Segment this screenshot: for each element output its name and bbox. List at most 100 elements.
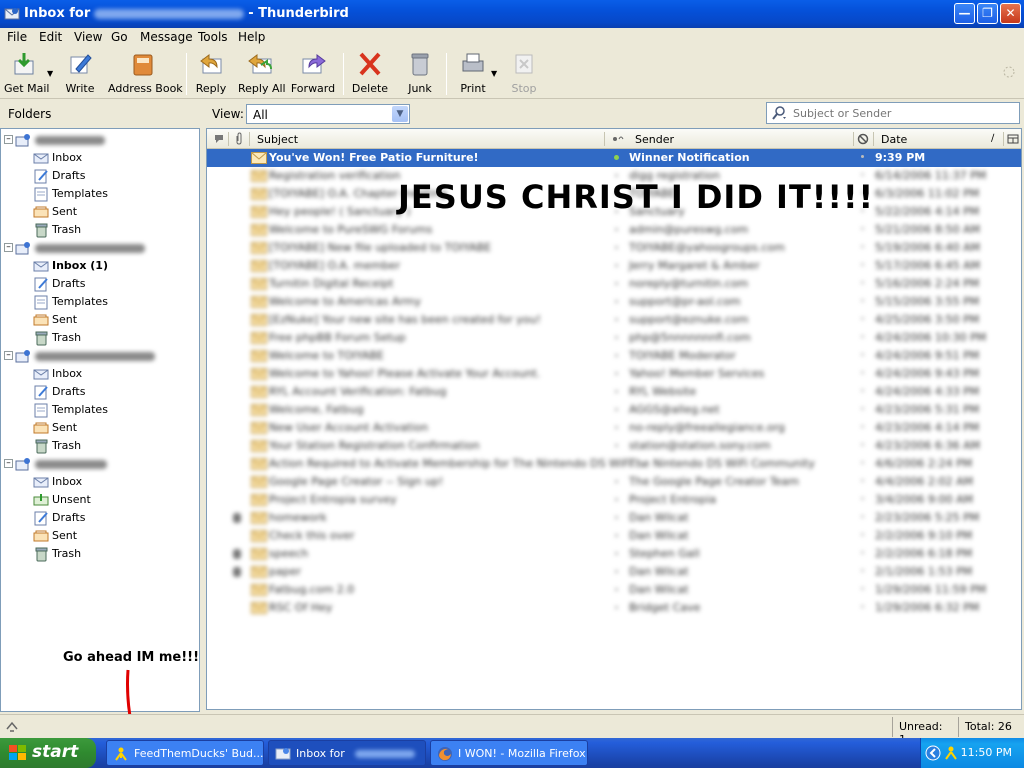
aim-tray-icon[interactable] [943, 745, 959, 761]
folder-item-templates[interactable]: Templates [1, 401, 199, 419]
message-row[interactable]: Welcome to PureSWG Forums admin@pureswg.c… [207, 221, 1021, 239]
read-status-dot[interactable] [615, 228, 618, 231]
read-status-dot[interactable] [615, 444, 618, 447]
forward-button[interactable]: Forward [290, 51, 336, 95]
maximize-button[interactable]: ❐ [977, 3, 998, 24]
online-status-icon[interactable] [4, 719, 20, 735]
read-status-dot[interactable] [615, 534, 618, 537]
read-status-dot[interactable] [615, 318, 618, 321]
read-status-dot[interactable] [615, 282, 618, 285]
folder-item-inbox[interactable]: Inbox [1, 473, 199, 491]
account-row[interactable]: – [1, 239, 199, 257]
print-button[interactable]: Print [455, 51, 491, 95]
reply-all-button[interactable]: Reply All [238, 51, 286, 95]
read-status-dot[interactable] [615, 498, 618, 501]
message-row[interactable]: paper Dan Wilcat 2/1/2006 1:53 PM [207, 563, 1021, 581]
folder-item-drafts[interactable]: Drafts [1, 275, 199, 293]
message-row[interactable]: Welcome to Yahoo! Please Activate Your A… [207, 365, 1021, 383]
date-column-header[interactable]: Date [881, 133, 907, 146]
junk-status-dot[interactable] [861, 515, 864, 518]
print-dropdown-icon[interactable]: ▼ [491, 69, 497, 78]
read-status-dot[interactable] [615, 354, 618, 357]
message-row[interactable]: Free phpBB Forum Setup php@5nnnnnnnfi.com… [207, 329, 1021, 347]
search-box[interactable] [766, 102, 1020, 124]
junk-status-dot[interactable] [861, 317, 864, 320]
taskbar-item-firefox[interactable]: I WON! - Mozilla Firefox [430, 740, 588, 766]
folder-item-templates[interactable]: Templates [1, 293, 199, 311]
collapse-toggle-icon[interactable]: – [4, 351, 13, 360]
junk-status-dot[interactable] [861, 389, 864, 392]
read-status-dot[interactable] [615, 588, 618, 591]
read-status-dot[interactable] [615, 372, 618, 375]
junk-status-dot[interactable] [861, 587, 864, 590]
folder-item-sent[interactable]: Sent [1, 311, 199, 329]
tray-collapse-icon[interactable] [925, 745, 941, 761]
menu-edit[interactable]: Edit [39, 30, 62, 44]
junk-status-dot[interactable] [861, 155, 864, 158]
read-status-dot[interactable] [615, 408, 618, 411]
message-row[interactable]: Check this over Dan Wilcat 2/2/2006 9:10 P… [207, 527, 1021, 545]
folder-item-drafts[interactable]: Drafts [1, 383, 199, 401]
message-row[interactable]: Project Entropia survey Project Entropia 3… [207, 491, 1021, 509]
read-status-dot[interactable] [615, 174, 618, 177]
message-row[interactable]: Welcome to Americas Army support@pr-aol.c… [207, 293, 1021, 311]
folder-item-unsent[interactable]: Unsent [1, 491, 199, 509]
read-status-dot[interactable] [615, 480, 618, 483]
menu-go[interactable]: Go [111, 30, 128, 44]
message-row[interactable]: You've Won! Free Patio Furniture! Winner … [207, 149, 1021, 167]
read-status-dot[interactable] [615, 516, 618, 519]
menu-tools[interactable]: Tools [198, 30, 228, 44]
junk-status-dot[interactable] [861, 497, 864, 500]
thread-column-icon[interactable] [213, 133, 225, 145]
minimize-button[interactable]: — [954, 3, 975, 24]
chevron-down-icon[interactable]: ▼ [392, 106, 408, 122]
folder-item-inbox[interactable]: Inbox [1, 149, 199, 167]
message-row[interactable]: Fatbug.com 2.0 Dan Wilcat 1/29/2006 11:59 … [207, 581, 1021, 599]
collapse-toggle-icon[interactable]: – [4, 459, 13, 468]
account-row[interactable]: – [1, 131, 199, 149]
folder-item-trash[interactable]: Trash [1, 329, 199, 347]
taskbar-item-inbox[interactable]: Inbox for [268, 740, 426, 766]
stop-button[interactable]: Stop [508, 51, 540, 95]
junk-status-dot[interactable] [861, 245, 864, 248]
search-icon[interactable] [771, 105, 789, 121]
read-status-dot[interactable] [615, 390, 618, 393]
read-status-dot[interactable] [614, 155, 619, 160]
write-button[interactable]: Write [62, 51, 98, 95]
folder-item-drafts[interactable]: Drafts [1, 167, 199, 185]
read-status-dot[interactable] [615, 264, 618, 267]
folder-item-inbox[interactable]: Inbox [1, 365, 199, 383]
collapse-toggle-icon[interactable]: – [4, 135, 13, 144]
junk-status-dot[interactable] [861, 281, 864, 284]
read-status-dot[interactable] [615, 300, 618, 303]
message-row[interactable]: RSC Of Hey Bridget Cave 1/29/2006 6:32 PM [207, 599, 1021, 617]
read-status-dot[interactable] [615, 606, 618, 609]
message-row[interactable]: [TOIYABE] O.A. member Jerry Margaret & Am… [207, 257, 1021, 275]
folder-item-inbox[interactable]: Inbox (1) [1, 257, 199, 275]
read-status-dot[interactable] [615, 570, 618, 573]
menu-help[interactable]: Help [238, 30, 265, 44]
junk-status-dot[interactable] [861, 461, 864, 464]
read-status-dot[interactable] [615, 552, 618, 555]
message-row[interactable]: [EzNuke] Your new site has been created … [207, 311, 1021, 329]
folder-item-sent[interactable]: Sent [1, 419, 199, 437]
junk-status-dot[interactable] [861, 353, 864, 356]
subject-column-header[interactable]: Subject [257, 133, 298, 146]
folder-item-trash[interactable]: Trash [1, 221, 199, 239]
message-row[interactable]: New User Account Activation no-reply@free… [207, 419, 1021, 437]
junk-status-column-icon[interactable] [857, 133, 869, 145]
get-mail-button[interactable]: Get Mail [4, 51, 49, 95]
read-status-dot[interactable] [615, 336, 618, 339]
junk-status-dot[interactable] [861, 479, 864, 482]
junk-status-dot[interactable] [861, 605, 864, 608]
folder-item-trash[interactable]: Trash [1, 437, 199, 455]
junk-status-dot[interactable] [861, 443, 864, 446]
menu-view[interactable]: View [74, 30, 102, 44]
message-row[interactable]: homework Dan Wilcat 2/23/2006 5:25 PM [207, 509, 1021, 527]
taskbar-item-buddy-list[interactable]: FeedThemDucks' Bud... [106, 740, 264, 766]
folder-item-templates[interactable]: Templates [1, 185, 199, 203]
junk-status-dot[interactable] [861, 407, 864, 410]
read-column-icon[interactable] [611, 134, 625, 144]
message-row[interactable]: Your Station Registration Confirmation st… [207, 437, 1021, 455]
read-status-dot[interactable] [615, 426, 618, 429]
